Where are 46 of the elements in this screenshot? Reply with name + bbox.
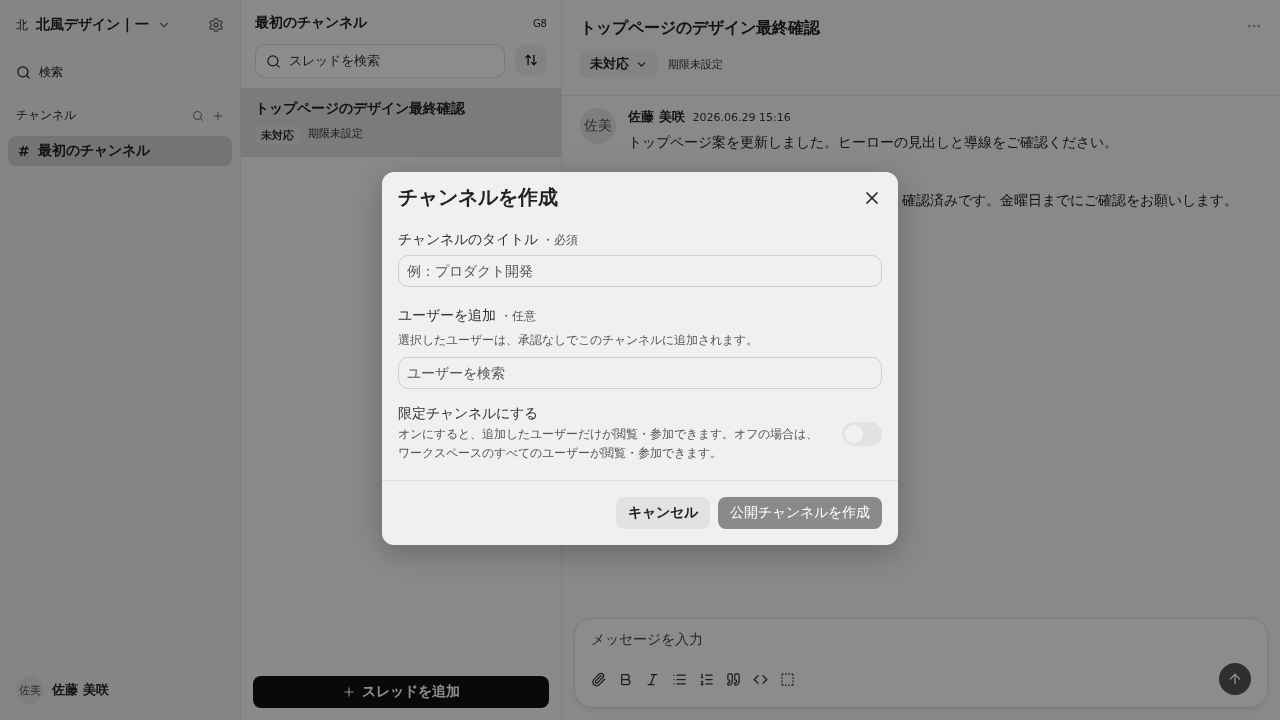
message-text: 確認済みです。金曜日までにご確認をお願いします。 xyxy=(902,192,1238,208)
list-icon[interactable] xyxy=(672,671,687,687)
workspace-name[interactable]: 北風デザイン | 一 xyxy=(36,16,149,34)
sort-button[interactable] xyxy=(515,44,547,76)
plus-icon xyxy=(342,685,356,699)
search-link[interactable]: 検索 xyxy=(39,64,63,81)
input-field[interactable]: 例：プロダクト開発 xyxy=(398,255,882,287)
channel-title: 最初のチャンネル xyxy=(255,14,368,32)
create-button[interactable]: 公開チャンネルを作成 xyxy=(718,496,882,529)
author-avatar: 佐美 xyxy=(580,108,616,144)
message-time: 2026.06.29 15:16 xyxy=(692,111,791,124)
dialog-title: チャンネルを作成 xyxy=(398,184,558,211)
section-title: チャンネル xyxy=(16,107,76,124)
input-field[interactable]: ユーザーを検索 xyxy=(398,356,882,389)
message-composer[interactable]: メッセージを入力 xyxy=(574,618,1268,708)
field-label: チャンネルのタイトル ・必須 xyxy=(398,231,580,249)
send-button[interactable] xyxy=(1219,663,1251,695)
search-icon xyxy=(266,53,281,69)
field-label: ユーザーを追加 ・任意 xyxy=(398,307,538,325)
add-thread-button[interactable]: スレッドを追加 xyxy=(253,676,549,708)
message-text: トップページ案を更新しました。ヒーローの見出しと導線をご確認ください。 xyxy=(628,134,1118,152)
cancel-button[interactable]: キャンセル xyxy=(616,496,710,529)
channel-item[interactable]: # 最初のチャンネル xyxy=(8,136,232,166)
sort-icon xyxy=(524,53,538,67)
settings-icon[interactable] xyxy=(208,17,224,33)
field-hint: 選択したユーザーは、承認なしでこのチャンネルに追加されます。 xyxy=(398,332,759,349)
thread-item[interactable]: トップページのデザイン最終確認 未対応 期限未設定 xyxy=(241,88,561,157)
thread-title: トップページのデザイン最終確認 xyxy=(580,18,821,39)
toggle-label: 限定チャンネルにする xyxy=(398,404,539,423)
search-icon[interactable] xyxy=(192,109,204,122)
toggle-description: オンにすると、追加したユーザーだけが閲覧・参加できます。オフの場合は、ワークスペースのすべてのユーザーが閲覧・参加できます。 xyxy=(398,425,819,463)
user-name: 佐藤 美咲 xyxy=(52,681,109,699)
author-name: 佐藤 美咲 xyxy=(628,108,685,126)
block-icon[interactable] xyxy=(780,671,795,687)
status-dropdown[interactable]: 未対応 xyxy=(580,49,658,79)
thread-search-field[interactable]: スレッドを検索 xyxy=(255,44,505,78)
user-avatar: 佐美 xyxy=(16,676,44,704)
ordered-list-icon[interactable] xyxy=(699,671,714,687)
bold-icon[interactable] xyxy=(618,671,633,687)
attach-icon[interactable] xyxy=(591,671,606,687)
italic-icon[interactable] xyxy=(645,671,660,687)
search-icon[interactable] xyxy=(16,65,31,80)
member-count: G8 xyxy=(532,17,547,29)
quote-icon[interactable] xyxy=(726,671,741,687)
workspace-initial: 北 xyxy=(16,16,28,34)
due-date: 期限未設定 xyxy=(668,56,723,72)
